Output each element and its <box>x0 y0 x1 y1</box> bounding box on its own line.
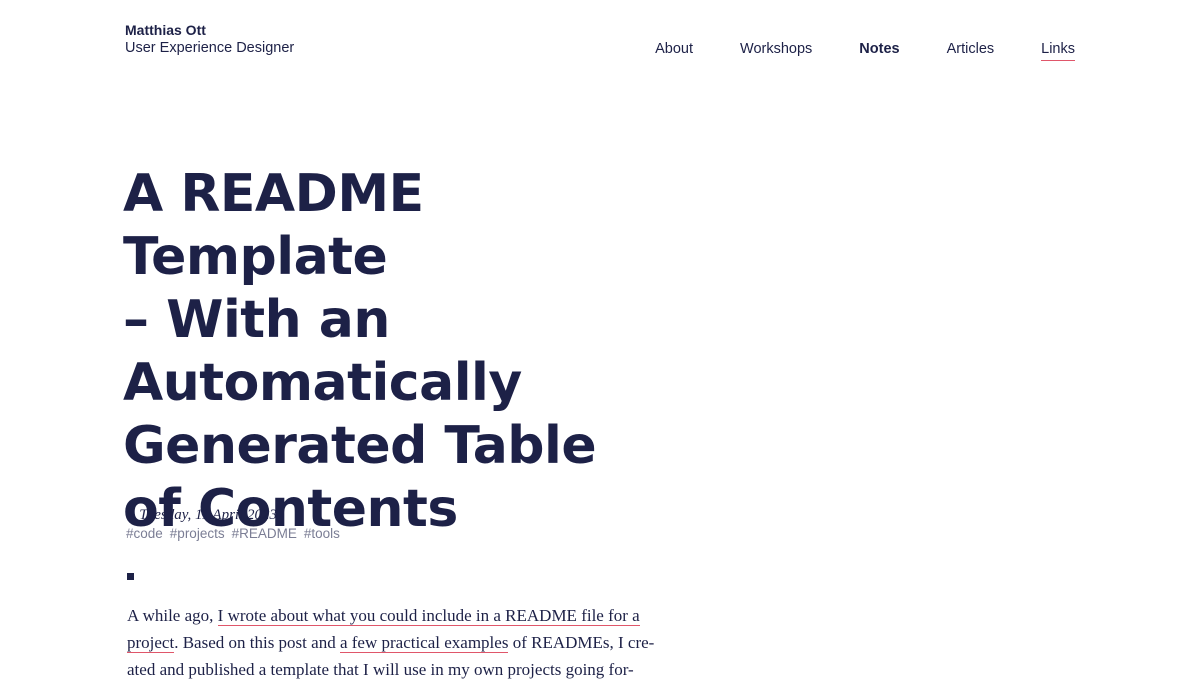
nav-item-links[interactable]: Links <box>1041 41 1075 61</box>
readme-post-link[interactable]: I wrote about what you could include in … <box>217 606 640 626</box>
readme-post-link-text: project <box>127 633 175 652</box>
post-date-row: ✎ Tuesday, 11 April 2023 <box>126 506 347 524</box>
main-nav: About Workshops Notes Articles Links <box>608 41 1075 61</box>
post-date: Tuesday, 11 April 2023 <box>139 507 278 523</box>
tag-link[interactable]: #tools <box>304 525 340 542</box>
tag-link[interactable]: #README <box>232 525 297 542</box>
post-tags: #code #projects #README #tools <box>126 525 347 542</box>
post-title-line: A README Template <box>123 164 424 287</box>
site-owner-role: User Experience Designer <box>125 40 295 56</box>
readme-post-link-continued[interactable]: project <box>127 633 175 653</box>
tag-link[interactable]: #code <box>126 525 163 542</box>
practical-examples-link[interactable]: a few practical examples <box>339 633 509 653</box>
site-owner-name[interactable]: Matthias Ott <box>125 21 294 39</box>
body-text: ated and published a template that I wil… <box>127 660 634 679</box>
post-title-line: Generated Table <box>123 416 597 476</box>
post-title-line: Automatically <box>123 353 522 413</box>
body-text: . Based on this post and <box>174 633 340 652</box>
body-text: of READMEs, I cre- <box>508 633 655 652</box>
site-brand[interactable]: Matthias Ott User Experience Designer <box>125 21 294 57</box>
nav-item-articles[interactable]: Articles <box>947 41 995 61</box>
post-title: A README Template – With an Automaticall… <box>123 163 693 541</box>
nav-item-about[interactable]: About <box>655 41 693 61</box>
post-meta: ✎ Tuesday, 11 April 2023 #code #projects… <box>126 506 347 542</box>
nav-item-notes[interactable]: Notes <box>859 41 899 61</box>
readme-post-link-text: I wrote about what you could include in … <box>217 606 640 625</box>
body-text: A while ago, <box>127 606 218 625</box>
nav-item-workshops[interactable]: Workshops <box>740 41 812 61</box>
pencil-icon: ✎ <box>126 509 136 521</box>
tag-link[interactable]: #projects <box>170 525 225 542</box>
site-header: Matthias Ott User Experience Designer Ab… <box>125 21 1075 71</box>
post-title-line: – With an <box>123 290 390 350</box>
post-body: A while ago, I wrote about what you coul… <box>127 602 672 679</box>
section-divider <box>127 573 134 580</box>
